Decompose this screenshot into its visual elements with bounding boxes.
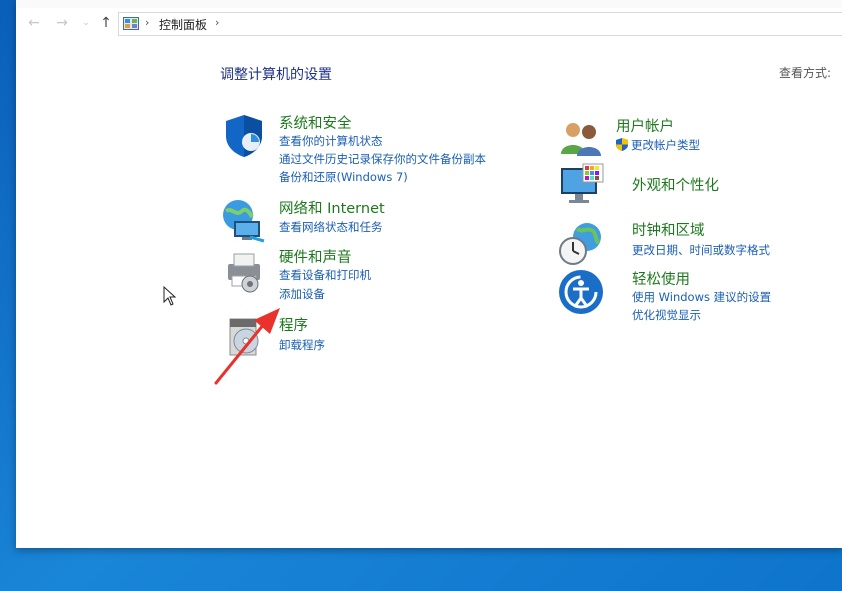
clock-globe-icon[interactable] bbox=[557, 219, 605, 267]
mouse-cursor-icon bbox=[163, 286, 177, 306]
link-change-date-time-format[interactable]: 更改日期、时间或数字格式 bbox=[632, 242, 770, 258]
users-icon[interactable] bbox=[557, 114, 605, 162]
link-windows-recommended-settings[interactable]: 使用 Windows 建议的设置 bbox=[632, 289, 771, 305]
category-title-hardware-sound[interactable]: 硬件和声音 bbox=[279, 246, 352, 267]
category-title-clock-region[interactable]: 时钟和区域 bbox=[632, 219, 705, 240]
uac-shield-icon bbox=[616, 138, 628, 151]
address-bar[interactable]: › 控制面板 › bbox=[118, 12, 842, 36]
breadcrumb-separator: › bbox=[145, 16, 150, 29]
programs-disc-icon[interactable] bbox=[220, 313, 268, 361]
link-network-status[interactable]: 查看网络状态和任务 bbox=[279, 219, 383, 235]
link-change-account-type-label[interactable]: 更改帐户类型 bbox=[631, 138, 700, 152]
category-title-appearance[interactable]: 外观和个性化 bbox=[632, 174, 719, 195]
page-title: 调整计算机的设置 bbox=[220, 67, 332, 83]
category-title-system-security[interactable]: 系统和安全 bbox=[279, 112, 352, 133]
monitor-palette-icon[interactable] bbox=[557, 162, 605, 210]
recent-locations-button[interactable]: ⌄ bbox=[78, 14, 94, 32]
category-title-ease-access[interactable]: 轻松使用 bbox=[632, 268, 690, 289]
link-devices-printers[interactable]: 查看设备和打印机 bbox=[279, 267, 371, 283]
category-title-network[interactable]: 网络和 Internet bbox=[279, 197, 385, 218]
navigation-bar: ← → ⌄ ↑ › 控制面板 › bbox=[16, 8, 842, 38]
control-panel-window: ← → ⌄ ↑ › 控制面板 › 调整计算机的设置 查看方式: 系统和安全 查看… bbox=[16, 0, 842, 548]
breadcrumb-control-panel[interactable]: 控制面板 bbox=[159, 16, 207, 33]
back-button[interactable]: ← bbox=[26, 14, 42, 32]
view-by-label[interactable]: 查看方式: bbox=[779, 64, 831, 81]
title-strip bbox=[16, 0, 842, 8]
breadcrumb-separator[interactable]: › bbox=[215, 16, 219, 29]
shield-icon[interactable] bbox=[220, 112, 268, 160]
printer-icon[interactable] bbox=[220, 246, 268, 294]
up-button[interactable]: ↑ bbox=[98, 14, 114, 32]
globe-network-icon[interactable] bbox=[220, 197, 268, 245]
link-optimize-visual-display[interactable]: 优化视觉显示 bbox=[632, 307, 701, 323]
control-panel-icon bbox=[123, 17, 139, 30]
link-change-account-type[interactable]: 更改帐户类型 bbox=[616, 137, 700, 153]
category-title-user-accounts[interactable]: 用户帐户 bbox=[616, 115, 674, 136]
link-uninstall-program[interactable]: 卸载程序 bbox=[279, 337, 325, 353]
accessibility-icon[interactable] bbox=[557, 268, 605, 316]
link-view-computer-status[interactable]: 查看你的计算机状态 bbox=[279, 133, 383, 149]
forward-button[interactable]: → bbox=[54, 14, 70, 32]
link-add-device[interactable]: 添加设备 bbox=[279, 286, 325, 302]
link-file-history-backup[interactable]: 通过文件历史记录保存你的文件备份副本 bbox=[279, 151, 486, 167]
category-title-programs[interactable]: 程序 bbox=[279, 314, 308, 335]
link-backup-restore[interactable]: 备份和还原(Windows 7) bbox=[279, 169, 408, 185]
